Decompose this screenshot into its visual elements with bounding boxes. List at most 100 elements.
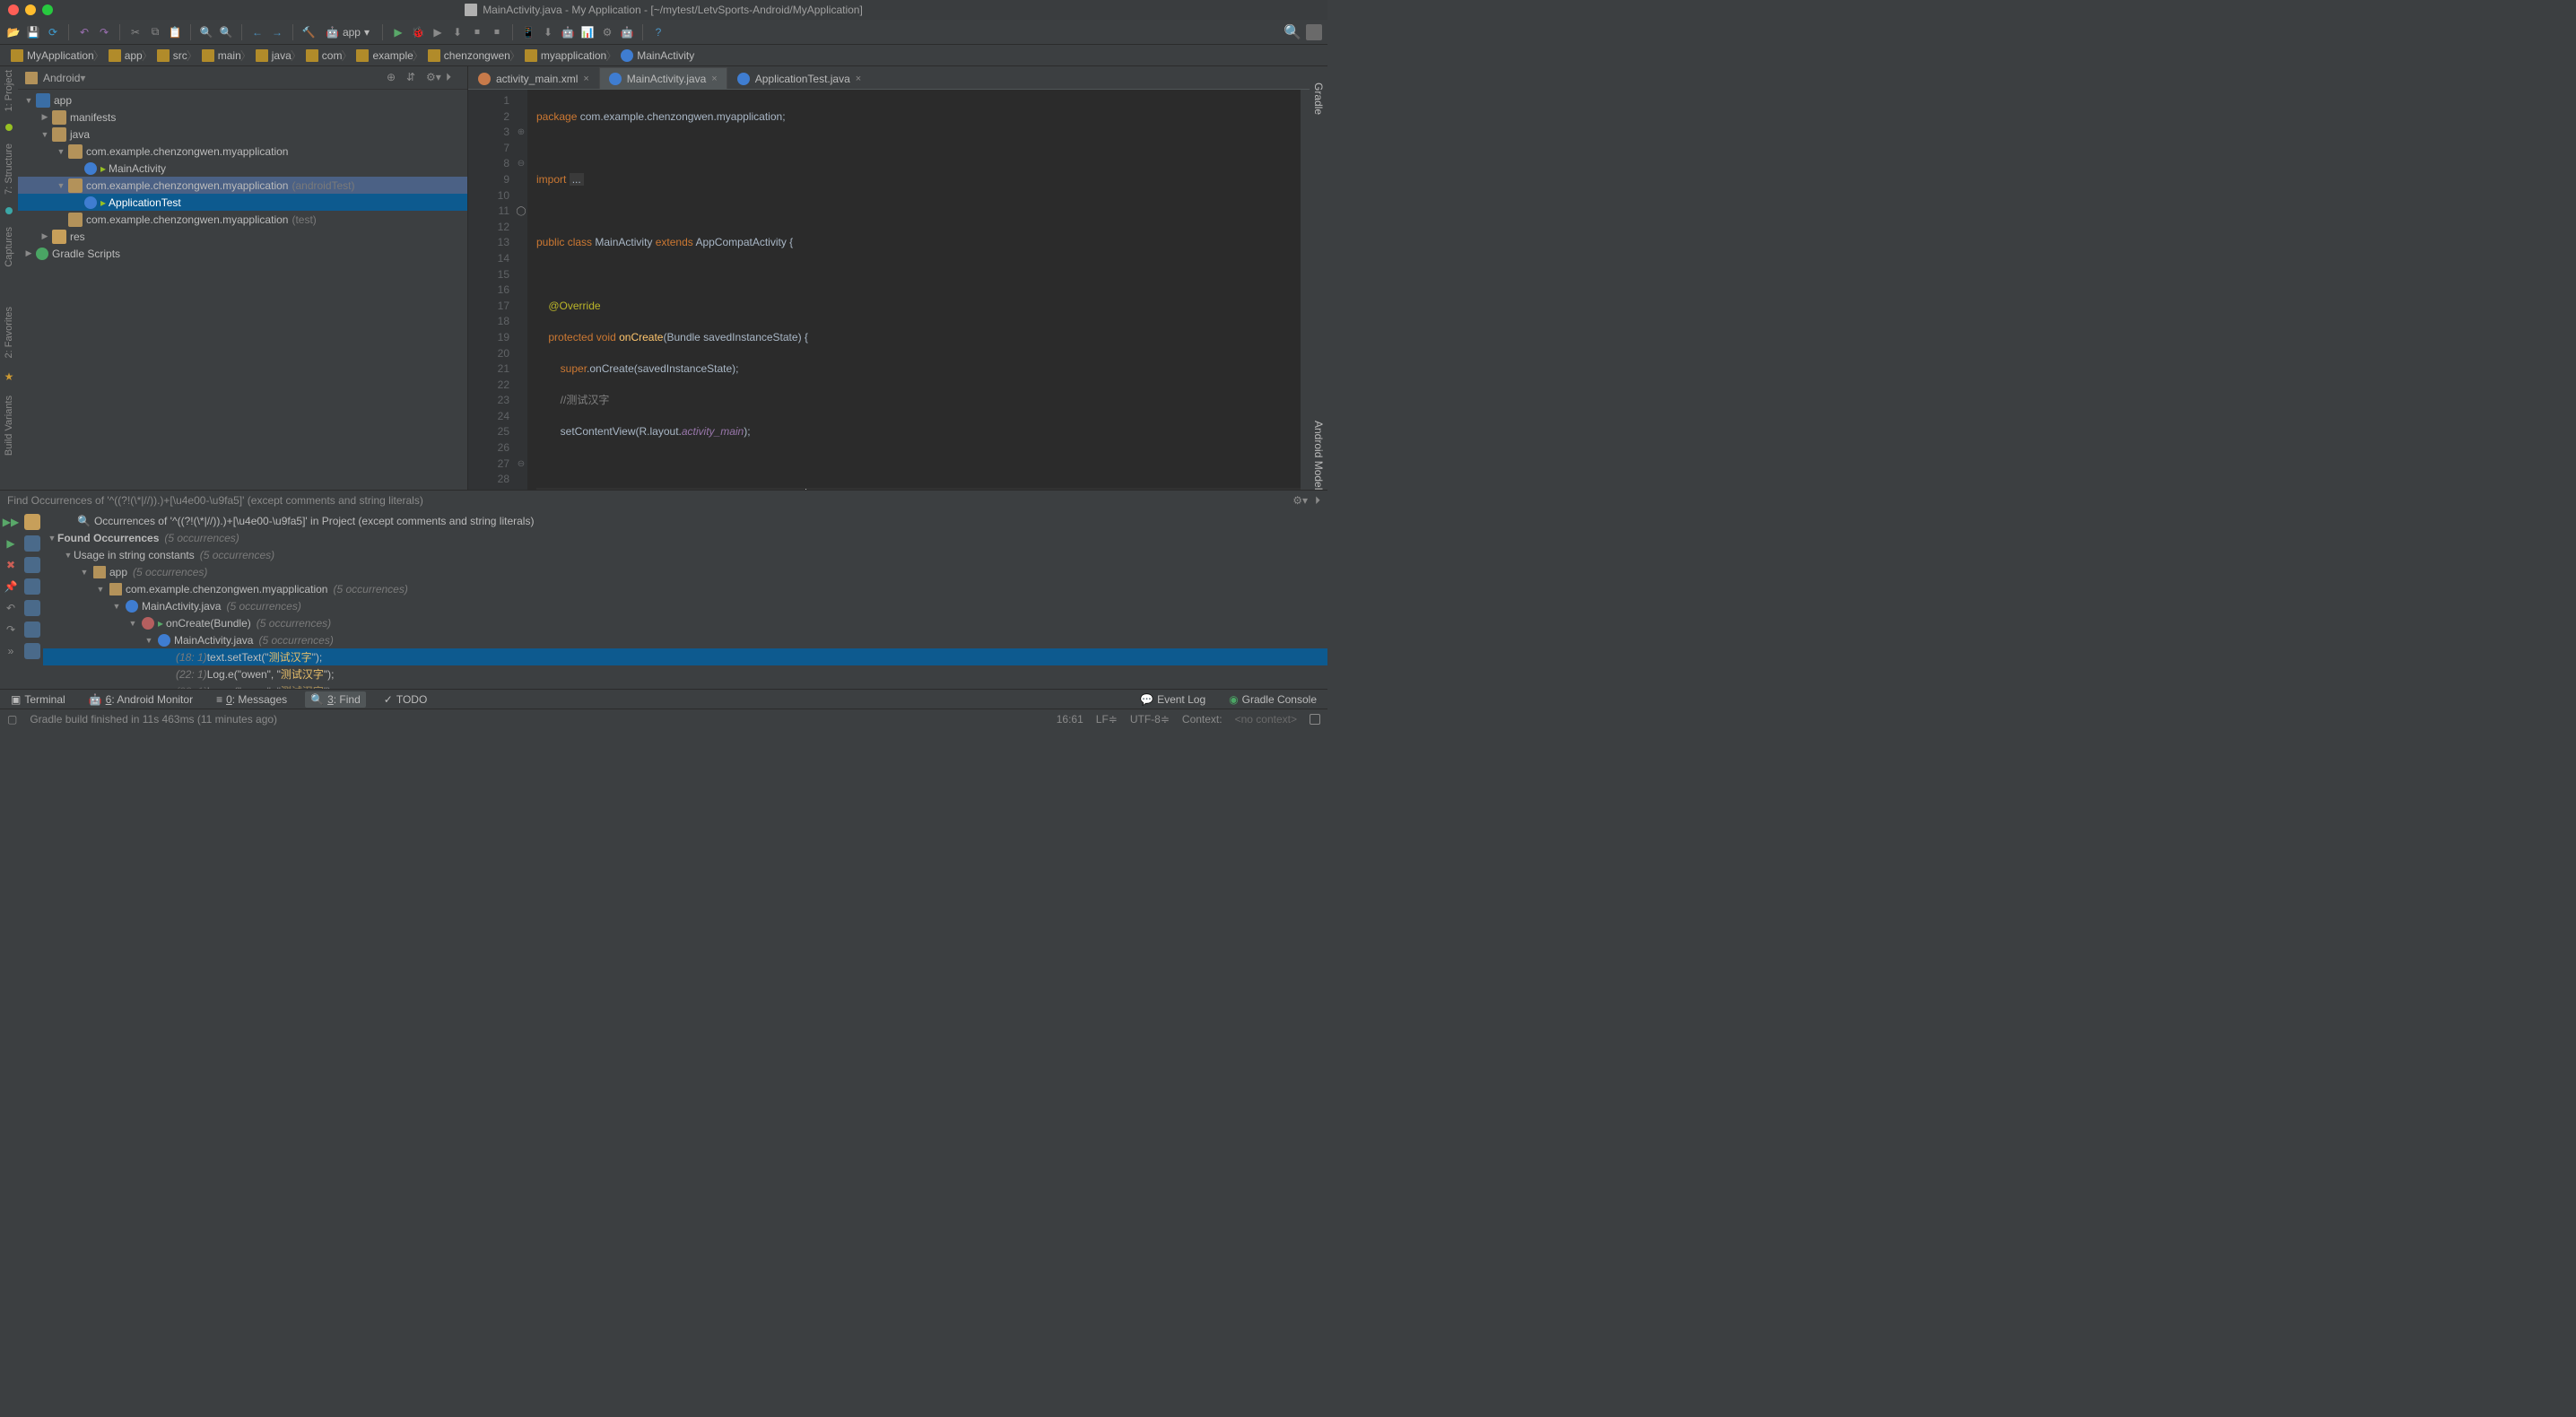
close-icon[interactable]: × [711, 74, 717, 84]
crumb-java[interactable]: java [250, 46, 300, 65]
crumb-example[interactable]: example [351, 46, 422, 65]
android-head-icon[interactable]: 🤖 [619, 24, 635, 40]
debug-icon[interactable]: 🐞 [410, 24, 426, 40]
tab-applicationtest[interactable]: ApplicationTest.java× [727, 67, 872, 89]
tree-res[interactable]: res [70, 230, 85, 243]
status-icon[interactable]: ▢ [7, 713, 17, 726]
crumb-class[interactable]: MainActivity [615, 46, 703, 65]
run-icon[interactable]: ▶ [3, 535, 19, 552]
crumb-src[interactable]: src [152, 46, 196, 65]
crumb-app[interactable]: app [103, 46, 152, 65]
help-icon[interactable]: ? [650, 24, 666, 40]
gear-icon[interactable]: ⚙▾ [426, 71, 440, 85]
code-editor[interactable]: package com.example.chenzongwen.myapplic… [527, 90, 1301, 490]
chevron-down-icon[interactable]: ▾ [80, 72, 85, 84]
back-icon[interactable]: ← [249, 24, 265, 40]
tab-terminal[interactable]: ▣Terminal [5, 691, 71, 708]
tool-android-model[interactable]: Android Model [1312, 421, 1325, 490]
crumb-main[interactable]: main [196, 46, 250, 65]
paste-icon[interactable]: 📋 [167, 24, 183, 40]
tree-pkg3[interactable]: com.example.chenzongwen.myapplication [86, 213, 288, 226]
caret-position[interactable]: 16:61 [1057, 713, 1083, 726]
tree-manifests[interactable]: manifests [70, 111, 116, 124]
settings-icon[interactable]: ⚙ [599, 24, 615, 40]
open-icon[interactable]: 📂 [5, 24, 22, 40]
tab-activity-main[interactable]: activity_main.xml× [468, 67, 599, 89]
run-icon[interactable]: ▶ [390, 24, 406, 40]
avd-icon[interactable]: 📱 [520, 24, 536, 40]
sdk-icon[interactable]: ⬇ [540, 24, 556, 40]
rerun-icon[interactable]: ▶▶ [3, 514, 19, 530]
save-icon[interactable]: 💾 [25, 24, 41, 40]
find-result-row[interactable]: (23: 1) Log.e("owen", "测试汉字"); [43, 682, 1327, 689]
target-icon[interactable] [24, 514, 40, 530]
tree-java[interactable]: java [70, 128, 90, 141]
project-view-mode[interactable]: Android [43, 72, 80, 84]
close-icon[interactable]: × [856, 74, 861, 84]
build-icon[interactable]: 🔨 [300, 24, 317, 40]
line-gutter[interactable]: 1237891011121314151617181920212223242526… [468, 90, 515, 490]
tree-pkg1[interactable]: com.example.chenzongwen.myapplication [86, 145, 288, 158]
crumb-project[interactable]: MyApplication [5, 46, 103, 65]
tool-favorites[interactable]: 2: Favorites [4, 307, 14, 358]
tree-pkg2[interactable]: com.example.chenzongwen.myapplication [86, 179, 288, 192]
sync-icon[interactable]: ⟳ [45, 24, 61, 40]
crumb-myapp[interactable]: myapplication [519, 46, 615, 65]
group3-icon[interactable] [24, 600, 40, 616]
tool-structure[interactable]: 7: Structure [4, 143, 14, 195]
scroll-to-icon[interactable]: ⊕ [387, 71, 401, 85]
forward-icon[interactable]: → [269, 24, 285, 40]
redo-icon[interactable]: ↷ [96, 24, 112, 40]
stop-icon[interactable]: ✖ [3, 557, 19, 573]
crumb-com[interactable]: com [300, 46, 352, 65]
find-icon[interactable]: 🔍 [198, 24, 214, 40]
run-config-select[interactable]: 🤖 app ▾ [320, 24, 375, 40]
tab-mainactivity[interactable]: MainActivity.java× [599, 67, 727, 89]
search-everywhere-icon[interactable]: 🔍 [1284, 24, 1301, 40]
lock-icon[interactable] [1310, 714, 1320, 725]
copy-icon[interactable]: ⧉ [147, 24, 163, 40]
find-result-row[interactable]: (18: 1) text.setText("测试汉字"); [43, 648, 1327, 665]
tool-project[interactable]: 1: Project [4, 70, 14, 111]
context-value[interactable]: <no context> [1235, 713, 1297, 726]
rerun-icon[interactable]: ⏹ [489, 24, 505, 40]
stop-icon[interactable]: ⏹ [469, 24, 485, 40]
collapse-icon[interactable]: ⇵ [406, 71, 421, 85]
tab-android-monitor[interactable]: 🤖6: Android Monitor [83, 691, 198, 708]
crumb-chen[interactable]: chenzongwen [422, 46, 519, 65]
replace-icon[interactable]: 🔍 [218, 24, 234, 40]
cut-icon[interactable]: ✂ [127, 24, 144, 40]
error-stripe[interactable] [1301, 90, 1310, 490]
project-tree[interactable]: ▼app ▶manifests ▼java ▼com.example.chenz… [18, 90, 467, 490]
tab-messages[interactable]: ≡0: Messages [211, 691, 292, 708]
pin-icon[interactable]: 📌 [3, 578, 19, 595]
hide-icon[interactable]: ⏵ [446, 71, 460, 85]
find-results-tree[interactable]: 🔍Occurrences of '^((?!(\*|//)).)+[\u4e00… [43, 510, 1327, 689]
next-icon[interactable]: ↷ [3, 622, 19, 638]
tree-gradle[interactable]: Gradle Scripts [52, 248, 120, 260]
run-more-icon[interactable]: ▶ [430, 24, 446, 40]
group-icon[interactable] [24, 557, 40, 573]
find-result-row[interactable]: (22: 1) Log.e("owen", "测试汉字"); [43, 665, 1327, 682]
tab-gradle-console[interactable]: ◉Gradle Console [1223, 691, 1322, 708]
gear-icon[interactable]: ⚙▾ [1292, 494, 1308, 507]
prev-icon[interactable]: ↶ [3, 600, 19, 616]
group2-icon[interactable] [24, 578, 40, 595]
tree-apptest[interactable]: ApplicationTest [109, 196, 181, 209]
collapse-icon[interactable] [24, 643, 40, 659]
attach-icon[interactable]: ⬇ [449, 24, 466, 40]
expand-icon[interactable] [24, 622, 40, 638]
tab-event-log[interactable]: 💬Event Log [1135, 691, 1211, 708]
close-icon[interactable]: × [583, 74, 588, 84]
ddms-icon[interactable]: 🤖 [560, 24, 576, 40]
tool-captures[interactable]: Captures [4, 227, 14, 267]
undo-icon[interactable]: ↶ [76, 24, 92, 40]
tree-app[interactable]: app [54, 94, 72, 107]
encoding[interactable]: UTF-8≑ [1130, 713, 1170, 726]
tab-find[interactable]: 🔍3: Find [305, 691, 366, 708]
more-icon[interactable]: » [3, 643, 19, 659]
tool-gradle[interactable]: Gradle [1312, 83, 1325, 115]
line-ending[interactable]: LF≑ [1096, 713, 1118, 726]
user-icon[interactable] [1306, 24, 1322, 40]
filter-icon[interactable] [24, 535, 40, 552]
